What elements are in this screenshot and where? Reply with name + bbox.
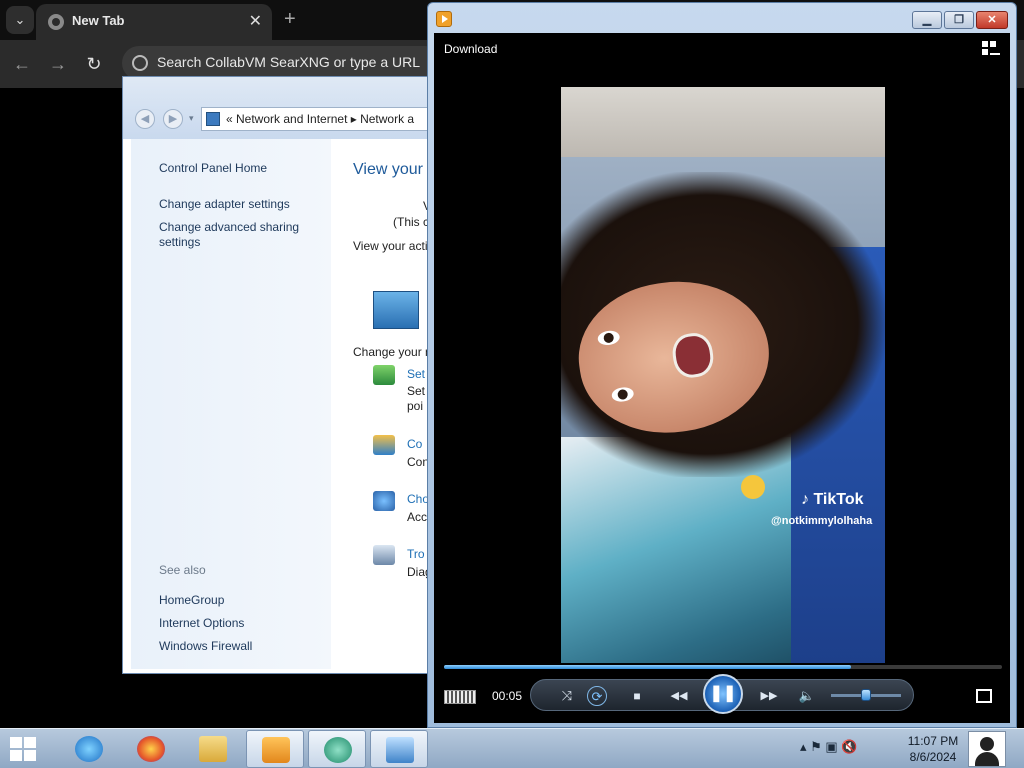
tiktok-watermark: ♪ TikTok — [801, 491, 864, 508]
setup-connection-link[interactable]: Set — [407, 367, 425, 381]
clock-time: 11:07 PM — [907, 734, 959, 748]
previous-button[interactable]: ◀◀ — [663, 686, 695, 706]
control-panel-home-link[interactable]: Control Panel Home — [159, 161, 267, 176]
folder-icon — [199, 736, 227, 762]
volume-slider-knob[interactable] — [861, 689, 871, 701]
transport-controls: ⤨ ⟳ ■ ◀◀ ❚❚ ▶▶ 🔈 — [530, 674, 914, 714]
page-title: View your — [353, 161, 423, 178]
download-label[interactable]: Download — [444, 42, 497, 56]
choose-homegroup-link[interactable]: Cho — [407, 492, 429, 506]
address-bar-text: Search CollabVM SearXNG or type a URL — [157, 54, 420, 70]
tab-close-button[interactable]: ✕ — [249, 11, 262, 31]
video-frame[interactable]: ♪ TikTok @notkimmylolhaha — [561, 87, 885, 663]
start-button[interactable] — [10, 737, 40, 763]
video-mouth — [670, 330, 716, 380]
internet-explorer-icon — [75, 736, 103, 762]
homegroup-link[interactable]: HomeGroup — [159, 593, 224, 608]
scream-emoji-icon — [741, 475, 765, 499]
connect-network-desc: Con — [407, 455, 430, 469]
setup-connection-icon — [373, 365, 395, 385]
system-tray-icons[interactable]: ▴ ⚑ ▣ 🔇 — [800, 739, 857, 755]
reload-button[interactable]: ↻ — [82, 52, 106, 76]
seek-bar-fill — [444, 665, 852, 669]
setup-connection-desc: Set — [407, 384, 426, 398]
pause-button[interactable]: ❚❚ — [703, 674, 743, 714]
clock-date: 8/6/2024 — [909, 750, 957, 764]
tiktok-handle: @notkimmylolhaha — [771, 515, 873, 527]
taskbar: ▴ ⚑ ▣ 🔇 11:07 PM 8/6/2024 — [0, 728, 1024, 768]
media-player-taskbar-button[interactable] — [246, 730, 304, 768]
breadcrumb-text: « Network and Internet ▸ Network a — [226, 112, 415, 126]
media-player-window: ▁ ❐ ✕ Download ♪ TikTok @notkimmylolhaha… — [427, 2, 1017, 728]
troubleshoot-link[interactable]: Tro — [407, 547, 425, 561]
address-bar[interactable]: Search CollabVM SearXNG or type a URL — [122, 46, 442, 80]
change-sharing-settings-link[interactable]: Change advanced sharing settings — [159, 220, 309, 250]
change-adapter-settings-link[interactable]: Change adapter settings — [159, 197, 309, 212]
switch-to-library-icon[interactable] — [982, 41, 1000, 57]
user-avatar-icon[interactable] — [968, 731, 1006, 767]
cp-back-button[interactable]: ◀ — [135, 109, 155, 129]
media-center-taskbar-button[interactable] — [308, 730, 366, 768]
media-center-icon — [324, 737, 352, 763]
search-engine-icon — [132, 55, 148, 71]
shuffle-button[interactable]: ⤨ — [557, 686, 577, 706]
connect-network-link[interactable]: Co — [407, 437, 422, 451]
control-panel-address-area: ◀ ▶ ▾ « Network and Internet ▸ Network a — [123, 77, 431, 139]
resize-grip-icon[interactable] — [444, 690, 476, 704]
setup-connection-desc-2: poi — [407, 399, 424, 413]
seek-bar[interactable] — [444, 665, 1002, 669]
tab-search-button[interactable]: ⌄ — [6, 6, 34, 34]
firefox-icon — [137, 736, 165, 762]
internet-options-link[interactable]: Internet Options — [159, 616, 244, 631]
tab-new-tab[interactable]: New Tab ✕ — [36, 4, 272, 40]
control-panel-taskbar-button[interactable] — [370, 730, 428, 768]
firefox-taskbar-button[interactable] — [122, 730, 180, 768]
file-explorer-taskbar-button[interactable] — [184, 730, 242, 768]
taskbar-clock[interactable]: 11:07 PM 8/6/2024 — [904, 733, 962, 765]
media-player-icon — [436, 11, 452, 27]
video-eye-left — [596, 329, 621, 347]
troubleshoot-icon — [373, 545, 395, 565]
see-also-label: See also — [159, 563, 206, 577]
repeat-button[interactable]: ⟳ — [587, 686, 607, 706]
internet-explorer-taskbar-button[interactable] — [60, 730, 118, 768]
fullscreen-button[interactable] — [976, 689, 992, 703]
cp-forward-button[interactable]: ▶ — [163, 109, 183, 129]
breadcrumb[interactable]: « Network and Internet ▸ Network a — [201, 107, 431, 131]
tab-title: New Tab — [72, 13, 125, 28]
elapsed-time: 00:05 — [492, 689, 523, 703]
windows-firewall-link[interactable]: Windows Firewall — [159, 639, 252, 654]
network-building-icon — [373, 291, 419, 329]
media-player-taskbar-icon — [262, 737, 290, 763]
recent-pages-dropdown[interactable]: ▾ — [189, 113, 194, 124]
video-ceiling — [561, 87, 885, 157]
next-button[interactable]: ▶▶ — [753, 686, 785, 706]
stop-button[interactable]: ■ — [627, 686, 647, 706]
close-button[interactable]: ✕ — [976, 11, 1008, 29]
connect-network-icon — [373, 435, 395, 455]
choose-homegroup-desc: Acc — [407, 510, 428, 524]
minimize-button[interactable]: ▁ — [912, 11, 942, 29]
volume-icon[interactable]: 🔈 — [797, 686, 817, 706]
control-panel-window: ◀ ▶ ▾ « Network and Internet ▸ Network a… — [122, 76, 432, 674]
active-networks-label: View your acti — [353, 239, 428, 253]
network-icon — [206, 112, 220, 126]
control-panel-main: View your V (This c View your acti Chang… — [331, 139, 432, 669]
video-eye-right — [610, 386, 635, 403]
globe-icon — [48, 14, 64, 30]
player-area: Download ♪ TikTok @notkimmylolhaha 00:05… — [434, 33, 1010, 723]
new-tab-button[interactable]: + — [284, 8, 296, 31]
forward-button[interactable]: → — [46, 52, 70, 76]
computer-desc-text: (This c — [393, 215, 429, 229]
control-panel-icon — [386, 737, 414, 763]
control-panel-sidebar: Control Panel Home Change adapter settin… — [131, 139, 331, 669]
desktop: ⌄ New Tab ✕ + ← → ↻ Search CollabVM Sear… — [0, 0, 1024, 768]
homegroup-icon — [373, 491, 395, 511]
back-button[interactable]: ← — [10, 52, 34, 76]
maximize-button[interactable]: ❐ — [944, 11, 974, 29]
change-networking-label: Change your n — [353, 345, 432, 359]
